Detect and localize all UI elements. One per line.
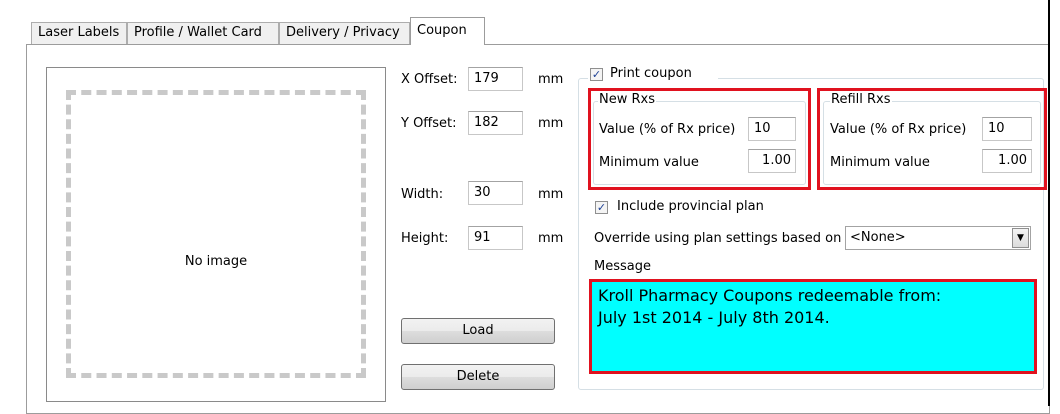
include-provincial-checkbox[interactable]: ✓ xyxy=(595,201,608,214)
new-rxs-minimum-label: Minimum value xyxy=(599,155,699,170)
x-offset-label: X Offset: xyxy=(401,72,458,87)
tab-coupon[interactable]: Coupon xyxy=(410,17,485,45)
message-label: Message xyxy=(594,259,651,274)
y-offset-label: Y Offset: xyxy=(401,116,457,131)
message-line-2: July 1st 2014 - July 8th 2014. xyxy=(598,308,830,327)
refill-rxs-title: Refill Rxs xyxy=(830,92,892,107)
message-textarea[interactable]: Kroll Pharmacy Coupons redeemable from: … xyxy=(589,279,1037,374)
image-placeholder-frame: No image xyxy=(66,90,366,378)
new-rxs-minimum-input[interactable]: 1.00 xyxy=(748,149,796,173)
include-provincial-label: Include provincial plan xyxy=(617,199,764,214)
print-coupon-checkbox[interactable]: ✓ xyxy=(590,68,603,81)
width-input[interactable]: 30 xyxy=(468,181,523,205)
refill-rxs-minimum-label: Minimum value xyxy=(830,155,930,170)
print-coupon-label: Print coupon xyxy=(610,66,692,81)
x-offset-input[interactable]: 179 xyxy=(468,67,523,91)
tab-profile-wallet-card[interactable]: Profile / Wallet Card xyxy=(127,22,279,44)
y-offset-unit: mm xyxy=(538,116,564,131)
override-selected-value: <None> xyxy=(850,230,906,245)
tab-label: Delivery / Privacy xyxy=(286,25,400,40)
load-button[interactable]: Load xyxy=(401,318,555,344)
message-line-1: Kroll Pharmacy Coupons redeemable from: xyxy=(598,286,942,305)
height-unit: mm xyxy=(538,231,564,246)
new-rxs-title: New Rxs xyxy=(598,92,656,107)
tab-delivery-privacy[interactable]: Delivery / Privacy xyxy=(279,22,410,44)
tab-label: Coupon xyxy=(417,23,467,38)
refill-rxs-value-label: Value (% of Rx price) xyxy=(830,122,967,137)
tab-laser-labels[interactable]: Laser Labels xyxy=(31,22,127,44)
override-label: Override using plan settings based on xyxy=(594,231,842,246)
height-label: Height: xyxy=(401,231,449,246)
new-rxs-value-label: Value (% of Rx price) xyxy=(599,122,736,137)
refill-rxs-minimum-input[interactable]: 1.00 xyxy=(982,149,1032,173)
refill-rxs-value-input[interactable]: 10 xyxy=(982,117,1032,141)
print-coupon-legend: ✓ Print coupon xyxy=(588,66,718,84)
tab-label: Profile / Wallet Card xyxy=(134,25,262,40)
delete-button[interactable]: Delete xyxy=(401,364,555,390)
height-input[interactable]: 91 xyxy=(468,226,523,250)
new-rxs-value-input[interactable]: 10 xyxy=(748,117,796,141)
y-offset-input[interactable]: 182 xyxy=(468,111,523,135)
width-unit: mm xyxy=(538,187,564,202)
tab-label: Laser Labels xyxy=(38,25,120,40)
window-edge xyxy=(1048,0,1050,406)
chevron-down-icon[interactable]: ▼ xyxy=(1012,228,1029,248)
x-offset-unit: mm xyxy=(538,72,564,87)
override-select[interactable]: <None> ▼ xyxy=(845,226,1031,250)
width-label: Width: xyxy=(401,187,444,202)
no-image-text: No image xyxy=(184,254,248,269)
